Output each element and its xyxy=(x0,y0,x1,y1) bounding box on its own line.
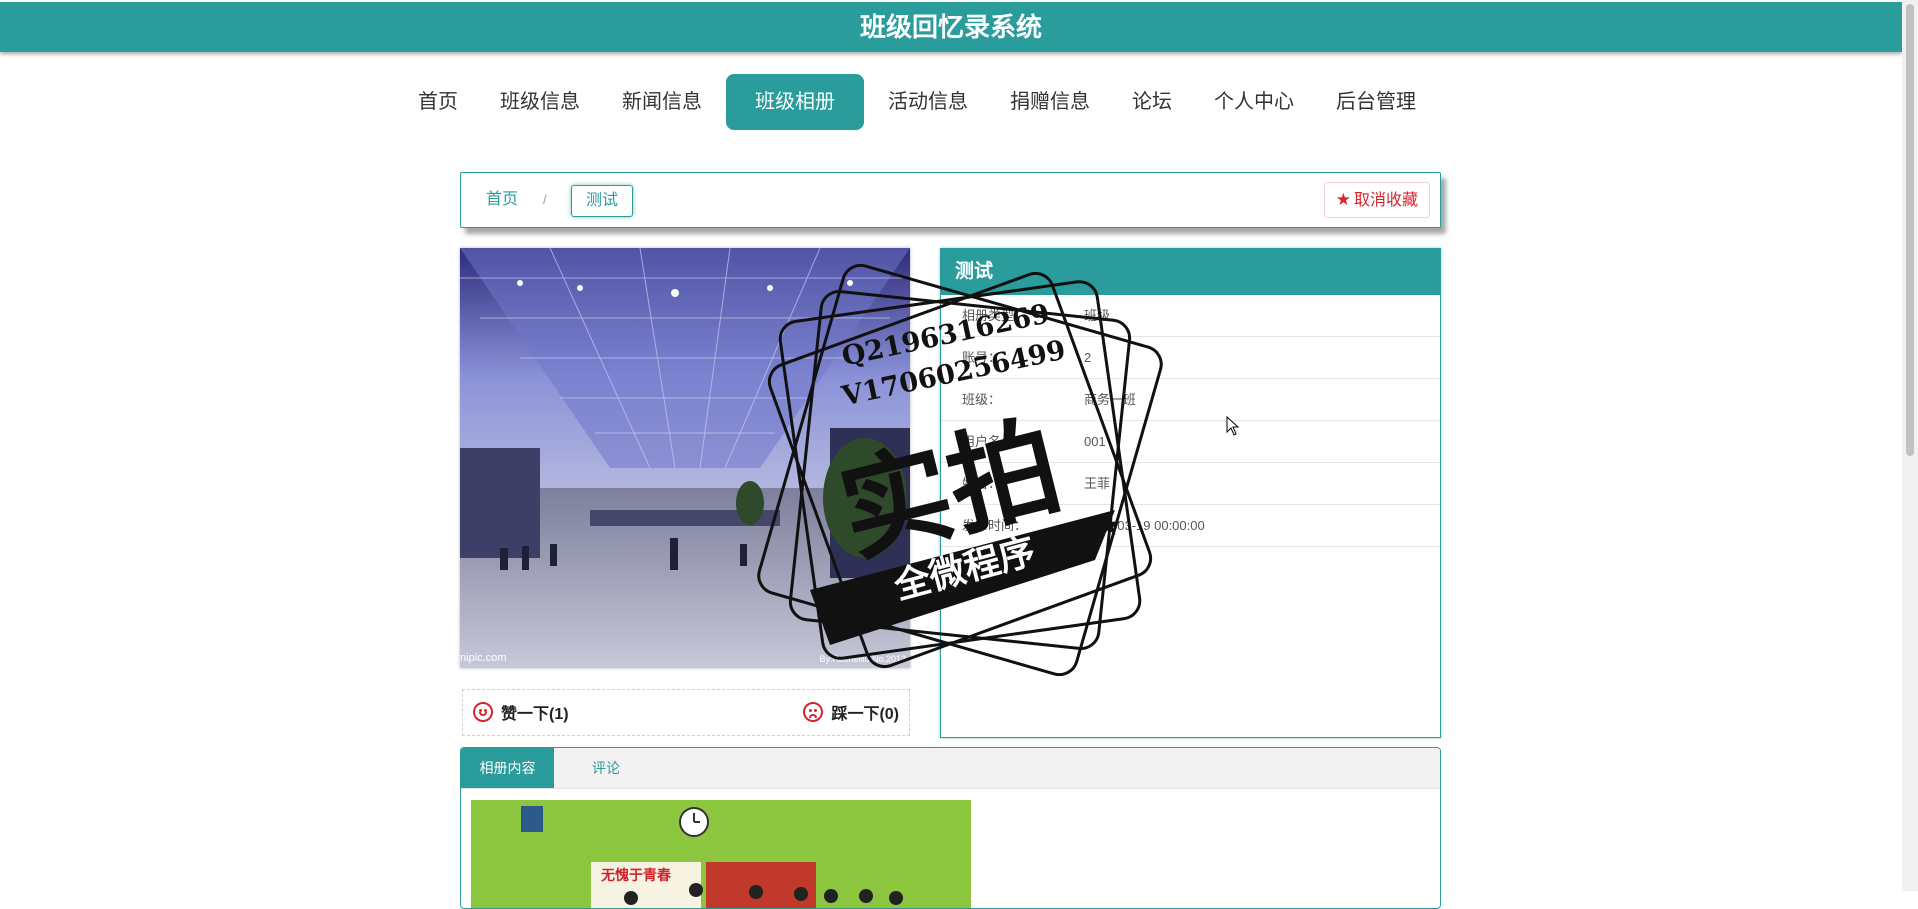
mouse-cursor-icon xyxy=(1226,416,1240,436)
info-value: 班级 xyxy=(1084,308,1111,323)
album-info-panel: 测试 相册类型： 班级 账号： 2 班级： 商务一班 用户名： 001 姓名： … xyxy=(940,248,1441,738)
info-row-publish-time: 发布时间： 2021-03-19 00:00:00 xyxy=(941,505,1440,547)
nav-item-news[interactable]: 新闻信息 xyxy=(604,74,720,130)
album-title: 测试 xyxy=(941,249,1440,295)
tabs-header: 相册内容 评论 xyxy=(461,748,1440,789)
nav-item-class-album[interactable]: 班级相册 xyxy=(726,74,864,130)
nav-item-activities[interactable]: 活动信息 xyxy=(870,74,986,130)
smile-icon xyxy=(473,702,493,722)
info-row-username: 用户名： 001 xyxy=(941,421,1440,463)
station-hall-image xyxy=(460,248,910,668)
nav-item-personal-center[interactable]: 个人中心 xyxy=(1196,74,1312,130)
star-icon: ★ xyxy=(1335,190,1351,209)
nav-item-forum[interactable]: 论坛 xyxy=(1114,74,1190,130)
classroom-image: 无愧于青春 xyxy=(471,800,971,908)
info-label: 班级： xyxy=(962,392,1002,407)
nav-item-admin[interactable]: 后台管理 xyxy=(1318,74,1434,130)
like-label: 赞一下(1) xyxy=(501,706,569,723)
info-value: 王菲 xyxy=(1084,476,1111,491)
dislike-button[interactable]: 踩一下(0) xyxy=(803,700,899,724)
app-title: 班级回忆录系统 xyxy=(859,12,1042,42)
unfavorite-button[interactable]: ★ 取消收藏 xyxy=(1323,182,1430,218)
info-label: 账号： xyxy=(962,350,1002,365)
album-cover-photo: nipic.com By:Rachelliu No.2012 xyxy=(460,248,910,668)
photo-credit-left: nipic.com xyxy=(460,652,507,664)
scrollbar-thumb[interactable] xyxy=(1906,4,1914,456)
info-label: 姓名： xyxy=(962,476,1002,491)
breadcrumb-home-link[interactable]: 首页 xyxy=(486,173,518,227)
info-row-class: 班级： 商务一班 xyxy=(941,379,1440,421)
nav-item-home[interactable]: 首页 xyxy=(400,74,476,130)
breadcrumb-current[interactable]: 测试 xyxy=(571,185,634,217)
banner-text: 无愧于青春 xyxy=(600,867,672,884)
nav-item-donations[interactable]: 捐赠信息 xyxy=(992,74,1108,130)
info-value: 商务一班 xyxy=(1084,392,1137,407)
page-scrollbar[interactable] xyxy=(1902,0,1918,891)
nav-item-class-info[interactable]: 班级信息 xyxy=(482,74,598,130)
album-content-photo: 无愧于青春 xyxy=(471,800,971,908)
tab-album-content[interactable]: 相册内容 xyxy=(461,748,554,788)
info-row-account: 账号： 2 xyxy=(941,337,1440,379)
info-row-name: 姓名： 王菲 xyxy=(941,463,1440,505)
photo-credit-right: By:Rachelliu No.2012 xyxy=(819,654,906,664)
info-row-album-type: 相册类型： 班级 xyxy=(941,295,1440,337)
info-label: 发布时间： xyxy=(962,518,1028,533)
tab-comments[interactable]: 评论 xyxy=(554,748,658,788)
dislike-label: 踩一下(0) xyxy=(831,706,899,723)
app-header: 班级回忆录系统 xyxy=(0,2,1902,52)
breadcrumb: 首页 / 测试 ★ 取消收藏 xyxy=(460,172,1441,228)
info-value: 001 xyxy=(1084,434,1106,449)
breadcrumb-separator: / xyxy=(543,192,547,207)
info-label: 相册类型： xyxy=(962,308,1028,323)
frown-icon xyxy=(803,702,824,722)
info-value: 2 xyxy=(1084,350,1092,365)
main-nav: 首页 班级信息 新闻信息 班级相册 活动信息 捐赠信息 论坛 个人中心 后台管理 xyxy=(400,74,1434,130)
info-value: 2021-03-19 00:00:00 xyxy=(1084,518,1205,533)
info-label: 用户名： xyxy=(962,434,1015,449)
unfavorite-label: 取消收藏 xyxy=(1353,192,1418,209)
album-tabs: 相册内容 评论 无愧于青春 xyxy=(460,747,1441,909)
like-button[interactable]: 赞一下(1) xyxy=(473,700,569,724)
vote-bar: 赞一下(1) 踩一下(0) xyxy=(462,689,910,736)
